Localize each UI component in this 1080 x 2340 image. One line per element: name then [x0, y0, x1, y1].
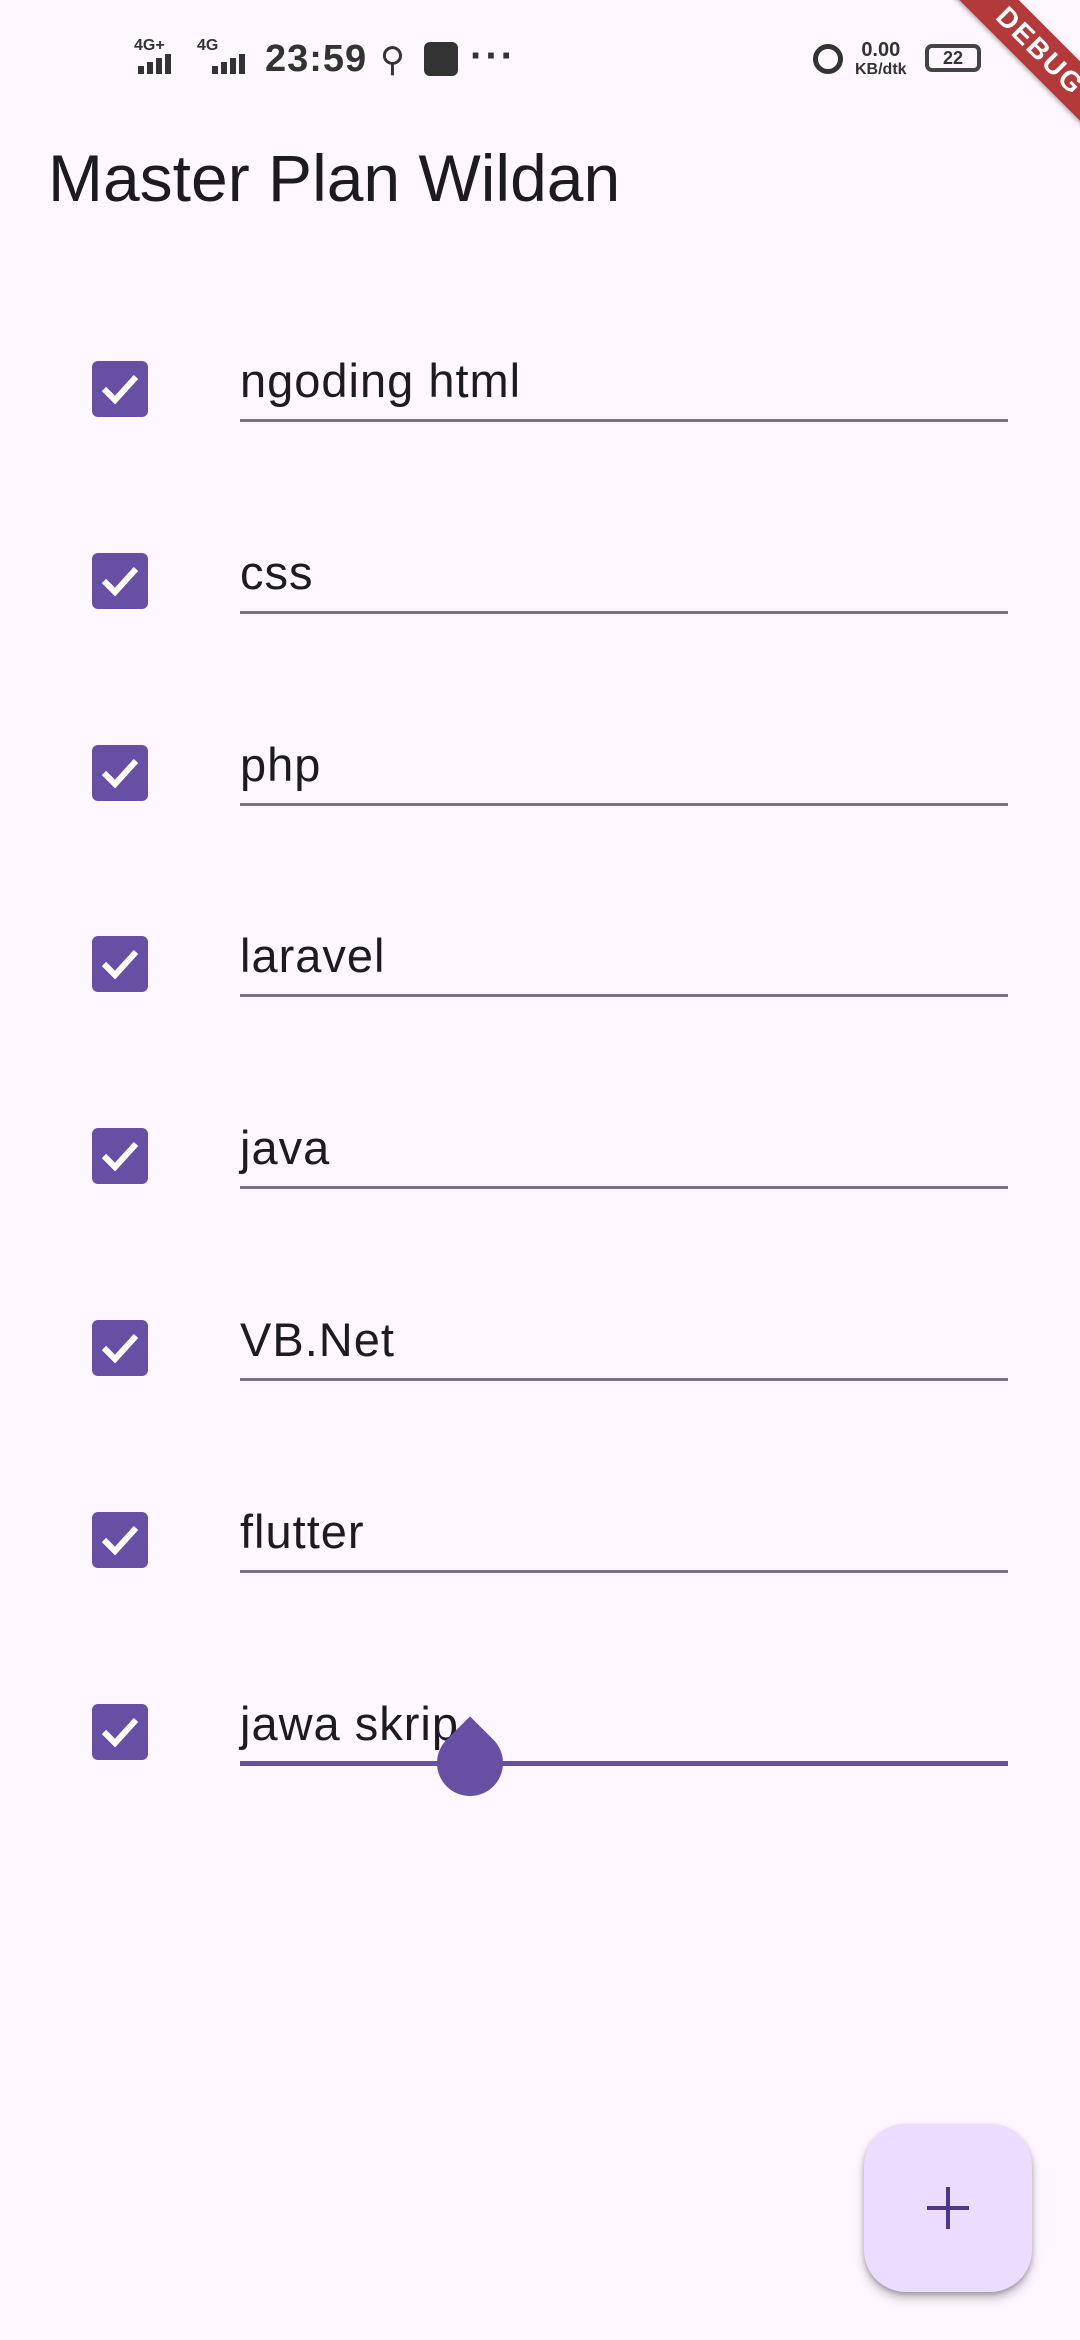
task-checkbox[interactable]	[92, 1704, 148, 1760]
task-text-field[interactable]: php	[240, 737, 321, 792]
list-item: jawa skrip	[0, 1666, 1080, 1858]
list-item: ngoding html	[0, 323, 1080, 515]
network-type-label: 4G	[197, 37, 219, 54]
task-checkbox[interactable]	[92, 1512, 148, 1568]
text-field-underline	[240, 994, 1008, 997]
network-type-label: 4G+	[134, 37, 165, 54]
plus-icon	[946, 2187, 950, 2229]
task-text-field[interactable]: VB.Net	[240, 1312, 395, 1367]
task-text-field[interactable]: css	[240, 545, 314, 600]
task-checkbox[interactable]	[92, 553, 148, 609]
more-notifications-icon: ···	[470, 34, 516, 78]
text-field-underline	[240, 803, 1008, 806]
list-item: php	[0, 707, 1080, 899]
usb-icon: ⚲	[380, 41, 405, 79]
list-item: flutter	[0, 1474, 1080, 1666]
text-field-underline-focused	[240, 1761, 1008, 1766]
usb-settings-icon	[424, 42, 458, 76]
task-checkbox[interactable]	[92, 1320, 148, 1376]
task-text-field[interactable]: laravel	[240, 928, 385, 983]
list-item: laravel	[0, 898, 1080, 1090]
task-checkbox[interactable]	[92, 1128, 148, 1184]
text-field-underline	[240, 1378, 1008, 1381]
task-text-field[interactable]: flutter	[240, 1504, 365, 1559]
text-field-underline	[240, 419, 1008, 422]
signal-icon	[212, 54, 245, 74]
task-text-field-focused[interactable]: jawa skrip	[240, 1696, 459, 1751]
task-text-field[interactable]: ngoding html	[240, 353, 521, 408]
clock: 23:59	[265, 38, 368, 80]
status-bar: 4G+ 4G 23:59 ⚲ ··· 0.00 KB/dtk 22	[0, 0, 1080, 118]
task-checkbox[interactable]	[92, 361, 148, 417]
task-checkbox[interactable]	[92, 936, 148, 992]
page-title: Master Plan Wildan	[48, 141, 621, 215]
list-item: VB.Net	[0, 1282, 1080, 1474]
signal-icon	[138, 54, 171, 74]
list-item: java	[0, 1090, 1080, 1282]
text-field-underline	[240, 1186, 1008, 1189]
list-item: css	[0, 515, 1080, 707]
text-field-underline	[240, 611, 1008, 614]
battery-icon: 22	[925, 44, 981, 72]
add-task-button[interactable]	[864, 2124, 1032, 2292]
task-checkbox[interactable]	[92, 745, 148, 801]
text-field-underline	[240, 1570, 1008, 1573]
alarm-icon	[813, 44, 843, 74]
network-speed: 0.00 KB/dtk	[855, 39, 907, 78]
task-text-field[interactable]: java	[240, 1120, 330, 1175]
